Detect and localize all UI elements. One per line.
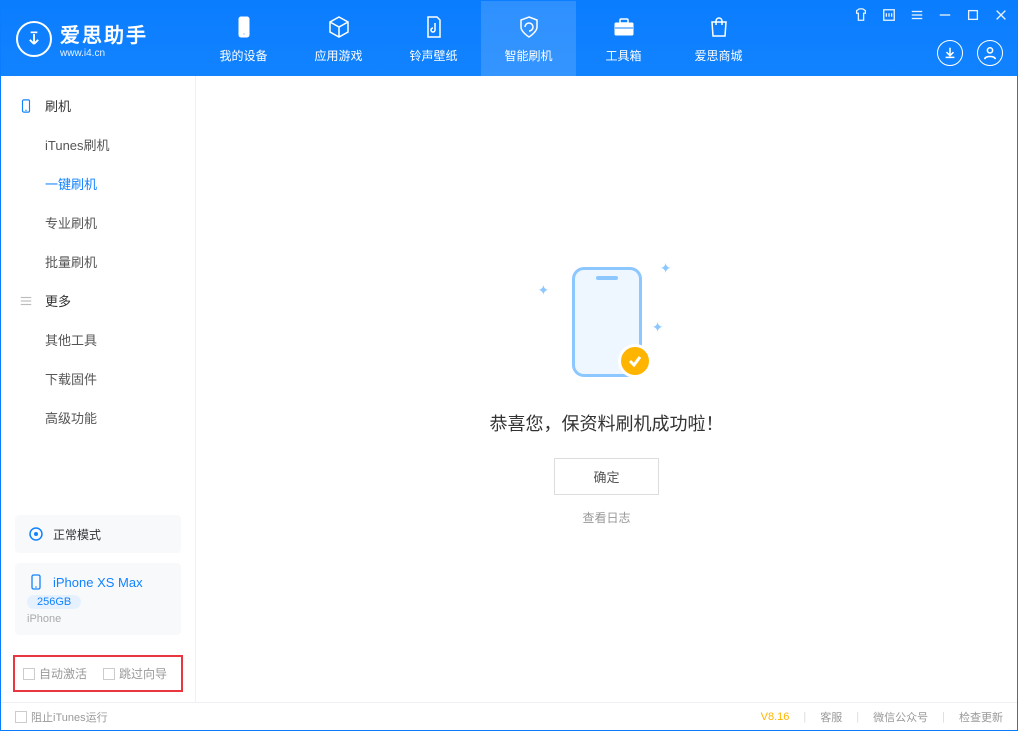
sparkle-icon: ✦ [660,260,672,277]
bottom-checkbox-row: 自动激活 跳过向导 [13,655,183,692]
nav-label: 我的设备 [219,47,267,64]
ok-button[interactable]: 确定 [554,458,658,495]
main-content: ✦ ✦ ✦ 恭喜您，保资料刷机成功啦！ 确定 查看日志 [196,76,1017,702]
header-right-actions [937,40,1003,66]
support-link[interactable]: 客服 [820,709,842,725]
device-capacity: 256GB [27,595,81,609]
music-file-icon [420,13,448,41]
nav-label: 铃声壁纸 [409,47,457,64]
nav-store[interactable]: 爱思商城 [671,1,766,76]
mode-label: 正常模式 [53,526,101,543]
maximize-icon[interactable] [965,7,981,23]
sidebar-item-itunes-flash[interactable]: iTunes刷机 [1,125,195,164]
nav-label: 应用游戏 [314,47,362,64]
sidebar-group-title: 更多 [45,291,71,310]
device-name: iPhone XS Max [53,575,143,590]
version-label: V8.16 [761,711,790,723]
app-header: 爱思助手 www.i4.cn 我的设备 应用游戏 铃声壁纸 智能刷机 工具箱 爱… [1,1,1017,76]
checkbox-auto-activate[interactable]: 自动激活 [23,665,87,682]
toolbox-icon [610,13,638,41]
logo-title: 爱思助手 [60,19,148,48]
mode-icon [27,525,45,543]
skin-icon[interactable] [853,7,869,23]
download-button[interactable] [937,40,963,66]
menu-icon[interactable] [909,7,925,23]
phone-icon [230,13,258,41]
nav-toolbox[interactable]: 工具箱 [576,1,671,76]
logo-area: 爱思助手 www.i4.cn [1,19,196,59]
check-update-link[interactable]: 检查更新 [959,709,1003,725]
list-icon [19,293,35,309]
nav-label: 工具箱 [605,47,641,64]
nav-label: 爱思商城 [694,47,742,64]
sidebar-item-other-tools[interactable]: 其他工具 [1,320,195,359]
user-button[interactable] [977,40,1003,66]
wechat-link[interactable]: 微信公众号 [873,709,928,725]
sidebar-group-more: 更多 [1,281,195,320]
nav-ringtone-wallpaper[interactable]: 铃声壁纸 [386,1,481,76]
sparkle-icon: ✦ [652,319,664,336]
checkbox-block-itunes[interactable]: 阻止iTunes运行 [15,709,108,725]
success-message: 恭喜您，保资料刷机成功啦！ [490,410,724,436]
device-type: iPhone [27,613,61,625]
sidebar-item-download-firmware[interactable]: 下载固件 [1,359,195,398]
shield-sync-icon [515,13,543,41]
view-log-link[interactable]: 查看日志 [582,509,630,526]
nav-apps-games[interactable]: 应用游戏 [291,1,386,76]
cube-icon [325,13,353,41]
success-illustration: ✦ ✦ ✦ [532,252,682,392]
close-icon[interactable] [993,7,1009,23]
logo-subtitle: www.i4.cn [60,48,148,59]
checkbox-label: 自动激活 [39,665,87,682]
main-nav: 我的设备 应用游戏 铃声壁纸 智能刷机 工具箱 爱思商城 [196,1,766,76]
mode-block[interactable]: 正常模式 [15,515,181,553]
sidebar: 刷机 iTunes刷机 一键刷机 专业刷机 批量刷机 更多 其他工具 下载固件 … [1,76,196,702]
nav-smart-flash[interactable]: 智能刷机 [481,1,576,76]
checkbox-label: 阻止iTunes运行 [31,709,108,725]
device-icon [19,98,35,114]
window-controls [853,7,1009,23]
app-logo-icon [16,21,52,57]
sparkle-icon: ✦ [538,282,550,299]
device-phone-icon [27,573,45,591]
feedback-icon[interactable] [881,7,897,23]
checkbox-skip-guide[interactable]: 跳过向导 [103,665,167,682]
check-badge-icon [618,344,652,378]
minimize-icon[interactable] [937,7,953,23]
sidebar-item-batch-flash[interactable]: 批量刷机 [1,242,195,281]
nav-my-device[interactable]: 我的设备 [196,1,291,76]
checkbox-label: 跳过向导 [119,665,167,682]
sidebar-item-advanced[interactable]: 高级功能 [1,398,195,437]
device-block[interactable]: iPhone XS Max 256GB iPhone [15,563,181,635]
sidebar-item-pro-flash[interactable]: 专业刷机 [1,203,195,242]
footer: 阻止iTunes运行 V8.16 | 客服 | 微信公众号 | 检查更新 [1,702,1017,730]
shopping-bag-icon [705,13,733,41]
sidebar-group-title: 刷机 [45,96,71,115]
nav-label: 智能刷机 [504,47,552,64]
sidebar-item-oneclick-flash[interactable]: 一键刷机 [1,164,195,203]
sidebar-group-flash: 刷机 [1,86,195,125]
